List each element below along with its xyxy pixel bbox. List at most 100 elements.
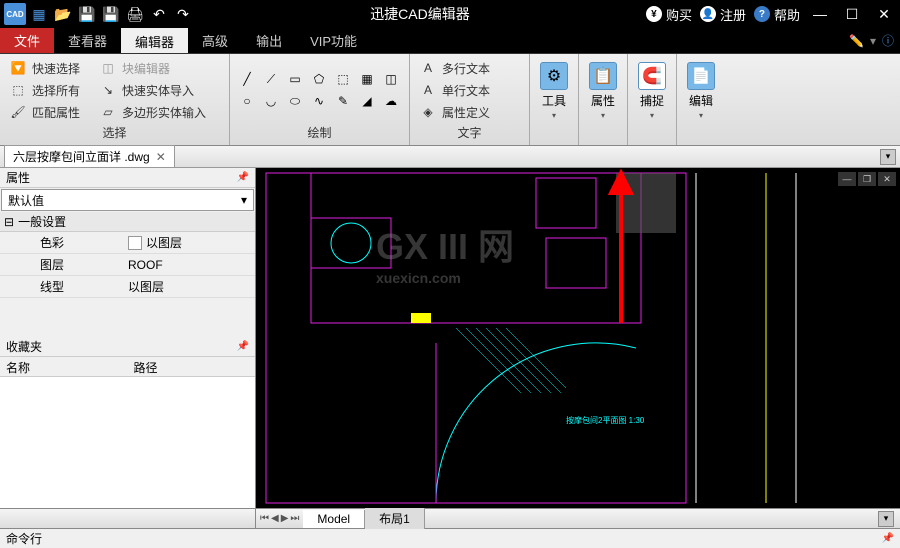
property-row-color[interactable]: 色彩 以图层 <box>0 232 255 254</box>
line-tool[interactable]: ╱ <box>238 70 256 88</box>
new-icon[interactable]: ▦ <box>28 3 50 25</box>
collapse-icon: ⊟ <box>4 215 14 229</box>
hatch-tool[interactable]: ▦ <box>358 70 376 88</box>
user-icon: 👤 <box>700 6 716 22</box>
tab-vip[interactable]: VIP功能 <box>296 28 371 53</box>
pin-icon[interactable]: 📌 <box>237 172 249 183</box>
attrdef-button[interactable]: ◈属性定义 <box>418 103 521 122</box>
commandline-label[interactable]: 命令行 <box>6 530 42 547</box>
selectall-icon: ⬚ <box>10 82 26 98</box>
chevron-down-icon: ▾ <box>241 193 247 207</box>
mtext-icon: A <box>420 60 436 76</box>
tab-editor[interactable]: 编辑器 <box>121 28 188 53</box>
pencil-icon[interactable]: ✏️ <box>849 34 864 48</box>
stext-button[interactable]: A单行文本 <box>418 81 521 100</box>
select-all-button[interactable]: ⬚选择所有 <box>8 81 82 100</box>
polygon-tool[interactable]: ⬠ <box>310 70 328 88</box>
tools-icon: ⚙ <box>540 62 568 90</box>
match-props-button[interactable]: 🖌匹配属性 <box>8 103 82 122</box>
undo-icon[interactable]: ↶ <box>148 3 170 25</box>
help-icon: ? <box>754 6 770 22</box>
drawing-canvas[interactable]: — ❐ ✕ 按摩包间2平面图 1:30 <box>256 168 900 508</box>
snap-button[interactable]: 🧲 捕捉 ▾ <box>630 58 674 124</box>
block-icon: ◫ <box>100 60 116 76</box>
edit-button[interactable]: 📄 编辑 ▾ <box>679 58 723 124</box>
info-icon[interactable]: ⓘ <box>882 32 894 49</box>
open-icon[interactable]: 📂 <box>52 3 74 25</box>
save-icon[interactable]: 💾 <box>76 3 98 25</box>
drawing-annotation: 按摩包间2平面图 1:30 <box>566 415 645 425</box>
expand-button[interactable]: ▾ <box>878 511 894 527</box>
chevron-down-icon: ▾ <box>699 111 703 120</box>
document-tab[interactable]: 六层按摩包间立面详 .dwg ✕ <box>4 145 175 168</box>
color-swatch <box>128 236 142 250</box>
tab-nav-next[interactable]: ▶ <box>281 513 289 524</box>
properties-button[interactable]: 📋 属性 ▾ <box>581 58 625 124</box>
pen-tool[interactable]: ✎ <box>334 92 352 110</box>
property-selector[interactable]: 默认值 ▾ <box>1 189 254 211</box>
favorites-col-name[interactable]: 名称 <box>0 357 128 376</box>
edit-icon: 📄 <box>687 62 715 90</box>
favorites-list <box>0 377 255 508</box>
block-editor-button[interactable]: ◫块编辑器 <box>98 59 172 78</box>
redo-icon[interactable]: ↷ <box>172 3 194 25</box>
tools-button[interactable]: ⚙ 工具 ▾ <box>532 58 576 124</box>
property-row-linetype[interactable]: 线型 以图层 <box>0 276 255 298</box>
favorites-panel-header: 收藏夹 📌 <box>0 337 255 357</box>
pin-icon[interactable]: 📌 <box>882 533 894 544</box>
chevron-down-icon: ▾ <box>650 111 654 120</box>
circle-tool[interactable]: ○ <box>238 92 256 110</box>
filter-icon: 🔽 <box>10 60 26 76</box>
yen-icon: ¥ <box>646 6 662 22</box>
favorites-col-path[interactable]: 路径 <box>128 357 256 376</box>
ellipse-tool[interactable]: ⬭ <box>286 92 304 110</box>
saveas-icon[interactable]: 💾 <box>100 3 122 25</box>
app-title: 迅捷CAD编辑器 <box>194 4 646 24</box>
close-button[interactable]: ✕ <box>872 4 896 24</box>
mtext-button[interactable]: A多行文本 <box>418 59 521 78</box>
dropdown-icon[interactable]: ▾ <box>870 34 876 48</box>
tab-nav-prev[interactable]: ◀ <box>271 513 279 524</box>
poly-solid-input-button[interactable]: ▱多边形实体输入 <box>98 103 208 122</box>
collapse-ribbon-button[interactable]: ▾ <box>880 149 896 165</box>
buy-button[interactable]: ¥ 购买 <box>646 5 692 24</box>
register-button[interactable]: 👤 注册 <box>700 5 746 24</box>
import-icon: ↘ <box>100 82 116 98</box>
magnet-icon: 🧲 <box>638 62 666 90</box>
rect-tool[interactable]: ▭ <box>286 70 304 88</box>
chevron-down-icon: ▾ <box>601 111 605 120</box>
quick-solid-import-button[interactable]: ↘快速实体导入 <box>98 81 196 100</box>
spline-tool[interactable]: ∿ <box>310 92 328 110</box>
properties-panel-header: 属性 📌 <box>0 168 255 188</box>
stext-icon: A <box>420 82 436 98</box>
poly-icon: ▱ <box>100 104 116 120</box>
cloud-tool[interactable]: ☁ <box>382 92 400 110</box>
polyline-tool[interactable]: ⟋ <box>262 70 280 88</box>
layout-tab[interactable]: 布局1 <box>365 508 425 529</box>
match-icon: 🖌 <box>10 104 26 120</box>
tab-file[interactable]: 文件 <box>0 28 54 53</box>
minimize-button[interactable]: — <box>808 4 832 24</box>
arc-tool[interactable]: ◡ <box>262 92 280 110</box>
tab-nav-first[interactable]: ⏮ <box>260 513 269 524</box>
attr-icon: ◈ <box>420 104 436 120</box>
quick-select-button[interactable]: 🔽快速选择 <box>8 59 82 78</box>
dashed-rect-tool[interactable]: ⬚ <box>334 70 352 88</box>
chevron-down-icon: ▾ <box>552 111 556 120</box>
clipboard-icon: 📋 <box>589 62 617 90</box>
region-tool[interactable]: ◫ <box>382 70 400 88</box>
tab-viewer[interactable]: 查看器 <box>54 28 121 53</box>
tab-advanced[interactable]: 高级 <box>188 28 242 53</box>
maximize-button[interactable]: ☐ <box>840 4 864 24</box>
print-icon[interactable]: 🖨 <box>124 3 146 25</box>
tab-output[interactable]: 输出 <box>242 28 296 53</box>
general-settings-section[interactable]: ⊟ 一般设置 <box>0 212 255 232</box>
pin-icon[interactable]: 📌 <box>237 341 249 352</box>
tab-nav-last[interactable]: ⏭ <box>290 513 299 524</box>
help-button[interactable]: ? 帮助 <box>754 5 800 24</box>
property-row-layer[interactable]: 图层 ROOF <box>0 254 255 276</box>
close-tab-icon[interactable]: ✕ <box>156 150 166 164</box>
document-filename: 六层按摩包间立面详 .dwg <box>13 148 150 165</box>
model-tab[interactable]: Model <box>303 510 365 528</box>
eraser-tool[interactable]: ◢ <box>358 92 376 110</box>
